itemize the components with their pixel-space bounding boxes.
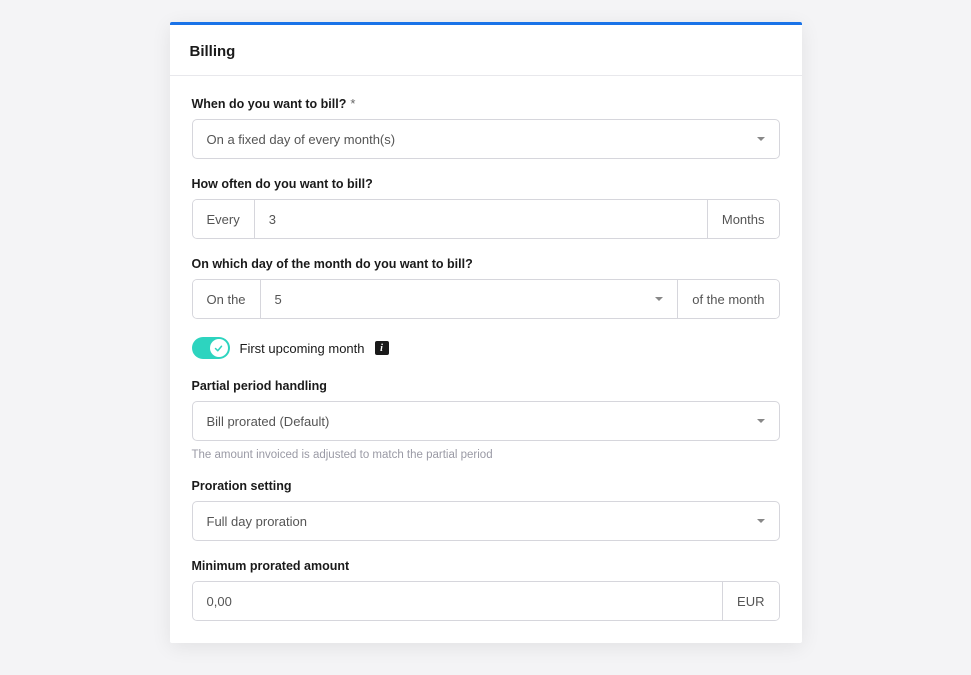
which-day-suffix: of the month (677, 280, 778, 318)
how-often-input[interactable] (255, 200, 707, 238)
chevron-down-icon (757, 519, 765, 523)
min-prorated-input[interactable] (193, 582, 723, 620)
which-day-value: 5 (275, 292, 282, 307)
which-day-select[interactable]: 5 (261, 280, 678, 318)
first-upcoming-toggle-row: First upcoming month i (192, 337, 780, 359)
chevron-down-icon (757, 137, 765, 141)
when-to-bill-select[interactable]: On a fixed day of every month(s) (192, 119, 780, 159)
how-often-prefix: Every (193, 200, 255, 238)
card-title: Billing (190, 43, 782, 60)
info-icon[interactable]: i (375, 341, 389, 355)
partial-period-label: Partial period handling (192, 379, 780, 393)
proration-select[interactable]: Full day proration (192, 501, 780, 541)
field-how-often: How often do you want to bill? Every Mon… (192, 177, 780, 239)
field-which-day: On which day of the month do you want to… (192, 257, 780, 319)
toggle-knob (210, 339, 228, 357)
which-day-label: On which day of the month do you want to… (192, 257, 780, 271)
how-often-input-group: Every Months (192, 199, 780, 239)
chevron-down-icon (757, 419, 765, 423)
partial-period-select[interactable]: Bill prorated (Default) (192, 401, 780, 441)
partial-period-value: Bill prorated (Default) (207, 414, 330, 429)
min-prorated-currency: EUR (722, 582, 778, 620)
which-day-input-group: On the 5 of the month (192, 279, 780, 319)
field-proration-setting: Proration setting Full day proration (192, 479, 780, 541)
field-partial-period: Partial period handling Bill prorated (D… (192, 379, 780, 461)
proration-label: Proration setting (192, 479, 780, 493)
card-body: When do you want to bill? * On a fixed d… (170, 76, 802, 643)
which-day-prefix: On the (193, 280, 261, 318)
how-often-label: How often do you want to bill? (192, 177, 780, 191)
required-asterisk-icon: * (350, 96, 355, 111)
partial-period-hint: The amount invoiced is adjusted to match… (192, 449, 780, 461)
card-header: Billing (170, 25, 802, 76)
first-upcoming-toggle[interactable] (192, 337, 230, 359)
chevron-down-icon (655, 297, 663, 301)
field-min-prorated: Minimum prorated amount EUR (192, 559, 780, 621)
proration-value: Full day proration (207, 514, 307, 529)
checkmark-icon (214, 344, 223, 353)
when-to-bill-label: When do you want to bill? * (192, 96, 780, 111)
when-to-bill-value: On a fixed day of every month(s) (207, 132, 396, 147)
how-often-suffix: Months (707, 200, 779, 238)
billing-card: Billing When do you want to bill? * On a… (170, 22, 802, 643)
field-when-to-bill: When do you want to bill? * On a fixed d… (192, 96, 780, 159)
min-prorated-label: Minimum prorated amount (192, 559, 780, 573)
min-prorated-input-group: EUR (192, 581, 780, 621)
first-upcoming-label: First upcoming month (240, 341, 365, 356)
